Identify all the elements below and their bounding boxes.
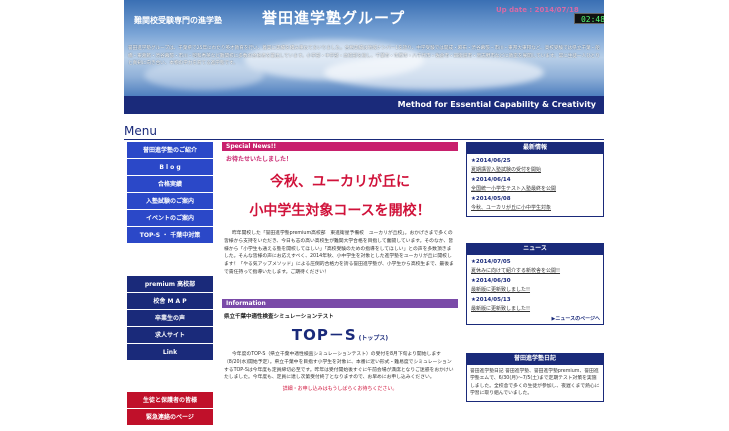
special-body: 昨年開校した「誉田進学塾premium高校部 東進衛星予備校 ユーカリが丘校」。… xyxy=(224,231,454,275)
tops-reading: (トップス) xyxy=(358,335,389,342)
tops-name: TOP－S xyxy=(291,326,357,344)
slogan-bar: Method for Essential Capability & Creati… xyxy=(124,96,604,114)
news-link[interactable]: 夏休みに向けて紹介する新校舎を公開!! xyxy=(471,267,600,275)
latest-info-list: ★2014/06/25 夏期講習入塾試験の受付を開始 ★2014/06/14 全… xyxy=(466,154,604,217)
menu-item-students-parents[interactable]: 生徒と保護者の皆様 xyxy=(127,392,213,409)
menu-item-emergency[interactable]: 緊急連絡のページ xyxy=(127,409,213,426)
menu-item-link[interactable]: Link xyxy=(127,344,213,361)
diary-body: 誉田進学塾日記 誉田進学塾、誉田進学塾premium、誉田進学塾エムで、6/30… xyxy=(466,365,604,402)
news-date: ★2014/05/13 xyxy=(471,297,511,303)
list-item: ★2014/05/13 最新版に更新致しました!! xyxy=(471,296,600,313)
list-item: ★2014/06/30 最新版に更新致しました!! xyxy=(471,277,600,294)
site-header: 難関校受験専門の進学塾 誉田進学塾グループ Up date : 2014/07/… xyxy=(124,0,604,96)
menu-item-blog[interactable]: B l o g xyxy=(127,159,213,176)
news-date: ★2014/06/25 xyxy=(471,158,511,164)
secondary-menu: premium 高校部 校舎 M A P 卒業生の声 求人サイト Link xyxy=(127,276,213,361)
menu-divider xyxy=(124,139,604,140)
list-item: ★2014/06/25 夏期講習入塾試験の受付を開始 xyxy=(471,157,600,174)
news-link[interactable]: 全国統一小学生テスト入塾最終を公開 xyxy=(471,185,600,193)
news-link[interactable]: 夏期講習入塾試験の受付を開始 xyxy=(471,166,600,174)
news-more-link[interactable]: ▶ニュースのページへ xyxy=(471,315,601,322)
special-news-heading: Special News!! xyxy=(222,142,458,151)
menu-item-events[interactable]: イベントのご案内 xyxy=(127,210,213,227)
list-item: ★2014/06/14 全国統一小学生テスト入塾最終を公開 xyxy=(471,176,600,193)
tertiary-menu: 生徒と保護者の皆様 緊急連絡のページ xyxy=(127,392,213,426)
menu-item-recruit[interactable]: 求人サイト xyxy=(127,327,213,344)
site-tagline: 難関校受験専門の進学塾 xyxy=(134,16,222,25)
tops-title: TOP－S (トップス) xyxy=(222,324,458,345)
diary-heading: 誉田進学塾日記 xyxy=(466,353,604,365)
menu-item-about[interactable]: 誉田進学塾のご紹介 xyxy=(127,142,213,159)
special-headline-2: 小中学生対象コースを開校！ xyxy=(249,203,431,219)
latest-info-heading: 最新情報 xyxy=(466,142,604,154)
menu-heading: Menu xyxy=(124,124,157,138)
primary-menu: 誉田進学塾のご紹介 B l o g 合格実績 入塾試験のご案内 イベントのご案内… xyxy=(127,142,213,244)
diary-panel: 誉田進学塾日記 誉田進学塾日記 誉田進学塾、誉田進学塾premium、誉田進学塾… xyxy=(466,353,604,402)
site-logo-title[interactable]: 誉田進学塾グループ xyxy=(262,7,405,28)
news-link[interactable]: 最新版に更新致しました!! xyxy=(471,286,600,294)
news-panel: ニュース ★2014/07/05 夏休みに向けて紹介する新校舎を公開!! ★20… xyxy=(466,243,604,325)
news-link[interactable]: 今秋、ユーカリが丘に小中学生対象 xyxy=(471,204,600,212)
intro-text: 誉田進学塾グループは、千葉県で25年にわたり英才教育を行い、着実に実績を積み重ね… xyxy=(128,46,600,67)
news-date: ★2014/05/08 xyxy=(471,196,511,202)
information-section: Information 県立千葉中適性検査シミュレーションテスト TOP－S (… xyxy=(222,299,458,392)
menu-item-alumni[interactable]: 卒業生の声 xyxy=(127,310,213,327)
menu-item-entrance-exam[interactable]: 入塾試験のご案内 xyxy=(127,193,213,210)
news-link[interactable]: 最新版に更新致しました!! xyxy=(471,305,600,313)
latest-info-panel: 最新情報 ★2014/06/25 夏期講習入塾試験の受付を開始 ★2014/06… xyxy=(466,142,604,217)
news-list: ★2014/07/05 夏休みに向けて紹介する新校舎を公開!! ★2014/06… xyxy=(466,255,604,325)
information-note[interactable]: 詳細・お申し込みはもうしばらくお待ちください。 xyxy=(222,385,458,392)
news-date: ★2014/06/30 xyxy=(471,278,511,284)
menu-item-map[interactable]: 校舎 M A P xyxy=(127,293,213,310)
list-item: ★2014/05/08 今秋、ユーカリが丘に小中学生対象 xyxy=(471,195,600,212)
update-date: Up date : 2014/07/18 xyxy=(496,6,579,14)
menu-item-results[interactable]: 合格実績 xyxy=(127,176,213,193)
special-news-section: Special News!! お待たせいたしました！ 今秋、ユーカリが丘に 小中… xyxy=(222,142,458,277)
information-subtitle: 県立千葉中適性検査シミュレーションテスト xyxy=(224,314,334,320)
information-body: 今年度のTOP-S（県立千葉中適性検査シミュレーションテスト）の受付を8月下旬よ… xyxy=(224,352,454,381)
news-date: ★2014/06/14 xyxy=(471,177,511,183)
slogan-text: Method for Essential Capability & Creati… xyxy=(397,100,596,109)
special-welcome: お待たせいたしました！ xyxy=(226,156,293,163)
news-date: ★2014/07/05 xyxy=(471,259,511,265)
information-heading: Information xyxy=(222,299,458,308)
menu-item-tops[interactable]: TOP-S ・ 千葉中対策 xyxy=(127,227,213,244)
menu-item-premium[interactable]: premium 高校部 xyxy=(127,276,213,293)
special-headline-1: 今秋、ユーカリが丘に xyxy=(270,174,410,190)
digital-clock: 02:48 xyxy=(574,13,604,24)
news-heading: ニュース xyxy=(466,243,604,255)
list-item: ★2014/07/05 夏休みに向けて紹介する新校舎を公開!! xyxy=(471,258,600,275)
